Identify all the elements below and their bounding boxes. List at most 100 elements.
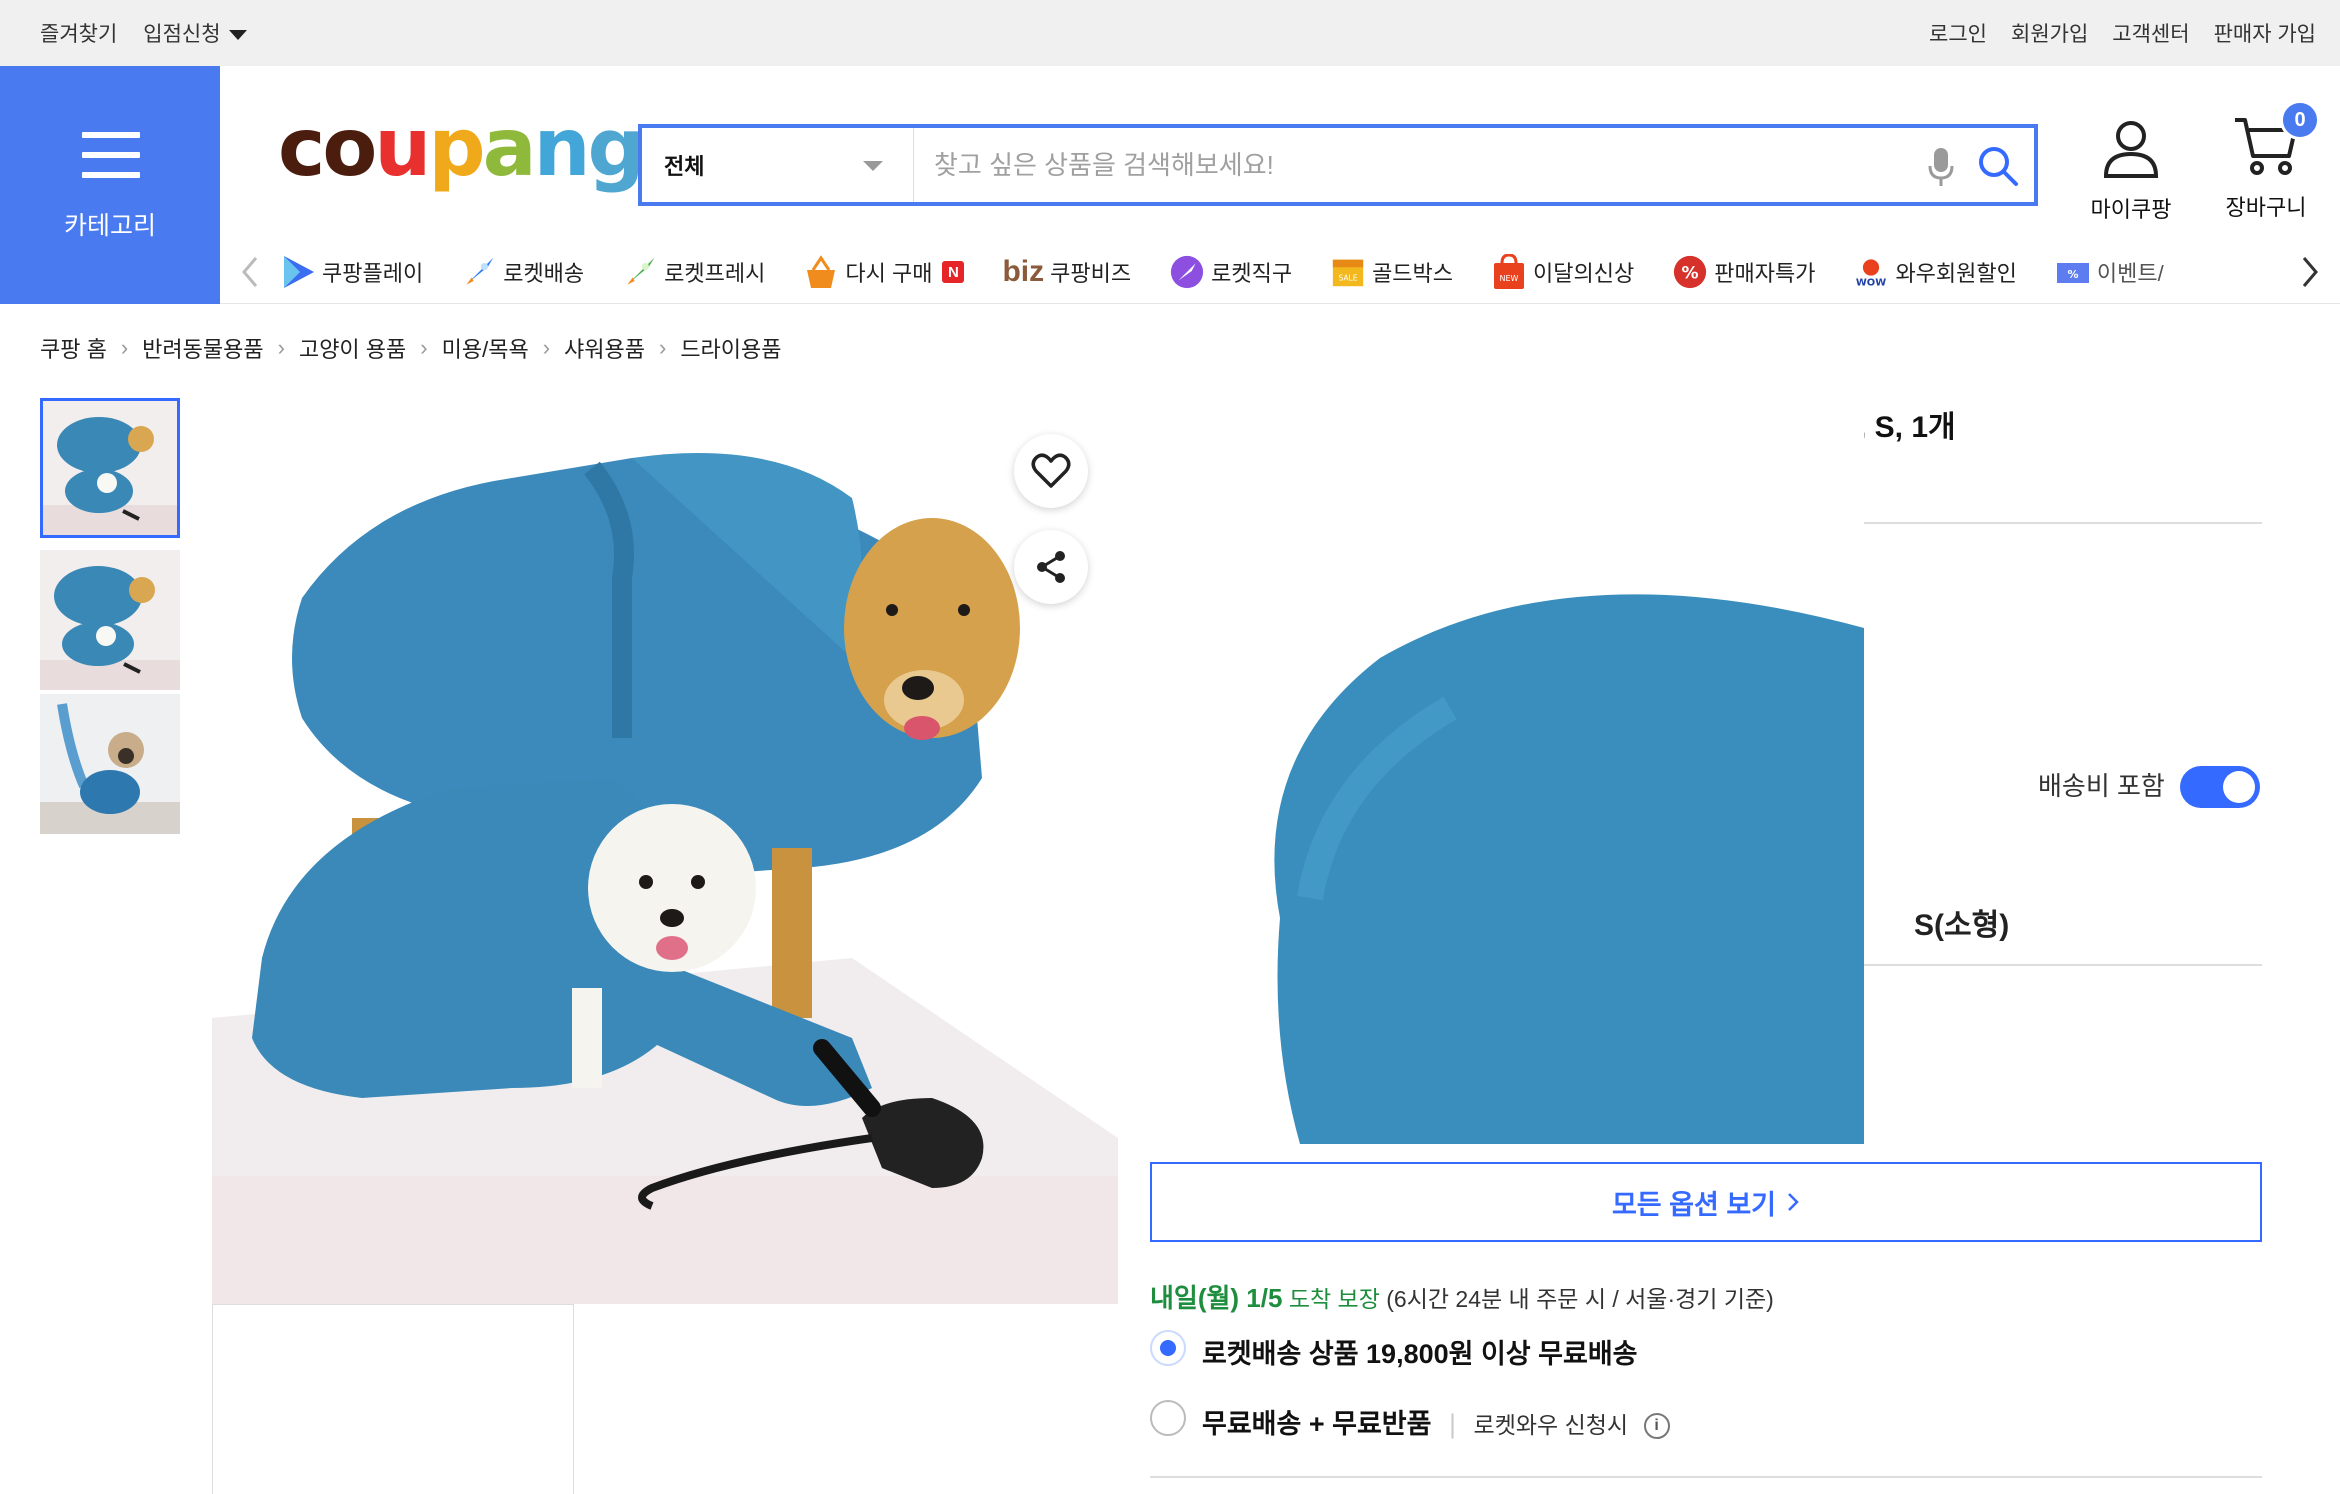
mycoupang-label: 마이쿠팡	[2090, 197, 2172, 222]
view-all-options-button[interactable]: 모든 옵션 보기	[1150, 1162, 2262, 1242]
category-label: 카테고리	[63, 212, 156, 240]
percent-icon: %	[1672, 254, 1708, 290]
microphone-icon[interactable]	[1926, 146, 1956, 190]
nav-item-wow-discount[interactable]: WOW 와우회원할인	[1853, 254, 2017, 290]
shipping-divider	[1150, 1476, 2262, 1478]
nav-item-label: 로켓프레시	[664, 261, 766, 286]
main-product-image[interactable]	[212, 398, 1118, 1304]
hamburger-icon	[82, 132, 140, 178]
shipping-option-sub: 로켓와우 신청시	[1473, 1412, 1629, 1438]
seller-apply-menu[interactable]: 입점신청	[143, 18, 247, 48]
nav-item-gold-box[interactable]: SALE 골드박스	[1330, 254, 1453, 290]
dropdown-arrow-icon	[863, 161, 883, 171]
seller-signup-link[interactable]: 판매자 가입	[2214, 18, 2316, 48]
chevron-left-icon	[242, 257, 258, 287]
search-input[interactable]	[934, 142, 1894, 188]
nav-item-seller-deals[interactable]: % 판매자특가	[1672, 254, 1815, 290]
title-divider	[1864, 522, 2262, 524]
nav-next-button[interactable]	[2280, 255, 2340, 289]
breadcrumb-item[interactable]: 쿠팡 홈	[40, 332, 107, 364]
mycoupang-button[interactable]: 마이쿠팡	[2088, 118, 2174, 224]
nav-item-label: 다시 구매	[845, 261, 933, 286]
svg-text:SALE: SALE	[1339, 274, 1358, 283]
dog-dryer-product-image	[212, 398, 1118, 1304]
nav-item-coupang-play[interactable]: 쿠팡플레이	[280, 254, 423, 290]
svg-text:NEW: NEW	[1500, 274, 1519, 283]
nav-item-label: 쿠팡비즈	[1050, 261, 1132, 286]
nav-item-rocket-fresh[interactable]: 로켓프레시	[622, 254, 765, 290]
nav-item-rocket-delivery[interactable]: 로켓배송	[461, 254, 584, 290]
signup-link[interactable]: 회원가입	[2011, 18, 2088, 48]
breadcrumb-item[interactable]: 고양이 용품	[299, 332, 406, 364]
login-link[interactable]: 로그인	[1929, 18, 1987, 48]
biz-icon: biz	[1002, 255, 1045, 288]
nav-prev-button[interactable]	[220, 255, 280, 289]
search-scope-select[interactable]: 전체	[642, 128, 914, 202]
view-all-options-label: 모든 옵션 보기	[1611, 1189, 1777, 1220]
favorite-button[interactable]	[1014, 434, 1088, 508]
nav-item-label: 골드박스	[1372, 261, 1454, 286]
image-placeholder-box	[212, 1304, 574, 1494]
nav-item-label: 쿠팡플레이	[322, 261, 424, 286]
rocket-global-icon	[1169, 254, 1205, 290]
delivery-estimate: 내일(월) 1/5 도착 보장 (6시간 24분 내 주문 시 / 서울·경기 …	[1150, 1278, 1774, 1315]
category-button[interactable]: 카테고리	[0, 66, 220, 304]
nav-item-label: 판매자특가	[1714, 261, 1816, 286]
breadcrumb-item[interactable]: 미용/목욕	[442, 332, 529, 364]
shipping-option-radio[interactable]	[1150, 1330, 1186, 1366]
bookmark-link[interactable]: 즐겨찾기	[40, 18, 117, 48]
cart-count-badge: 0	[2280, 100, 2320, 140]
shipping-fee-toggle[interactable]	[2180, 766, 2260, 808]
option-separator: |	[1449, 1409, 1457, 1439]
info-icon[interactable]: i	[1643, 1412, 1670, 1439]
seller-apply-label: 입점신청	[143, 23, 221, 46]
new-badge: N	[942, 261, 965, 283]
breadcrumb-item[interactable]: 반려동물용품	[142, 332, 263, 364]
chevron-right-icon	[2302, 257, 2318, 287]
shipping-option-free-return: 무료배송 + 무료반품 | 로켓와우 신청시 i	[1202, 1402, 1670, 1441]
product-thumbnail[interactable]	[40, 550, 180, 690]
share-button[interactable]	[1014, 530, 1088, 604]
play-icon	[280, 254, 316, 290]
shipping-option-radio[interactable]	[1150, 1400, 1186, 1436]
customer-center-link[interactable]: 고객센터	[2112, 18, 2189, 48]
delivery-date: 내일(월) 1/5	[1150, 1283, 1283, 1313]
rocket-icon	[461, 254, 497, 290]
top-utility-bar: 즐겨찾기 입점신청 로그인 회원가입 고객센터 판매자 가입	[0, 0, 2340, 66]
nav-item-label: 이벤트/	[2096, 261, 2164, 286]
nav-item-new-arrivals[interactable]: NEW 이달의신상	[1491, 254, 1634, 290]
shipping-fee-toggle-label: 배송비 포함	[2038, 771, 2165, 801]
cart-label: 장바구니	[2225, 195, 2307, 220]
search-bar: 전체	[638, 124, 2038, 206]
coupang-logo[interactable]: coupang	[278, 108, 645, 188]
nav-item-coupang-biz[interactable]: biz 쿠팡비즈	[1002, 255, 1131, 289]
rocket-fresh-icon	[622, 254, 658, 290]
nav-item-event[interactable]: % 이벤트/	[2055, 254, 2164, 290]
nav-item-rocket-global[interactable]: 로켓직구	[1169, 254, 1292, 290]
search-icon[interactable]	[1976, 144, 2020, 188]
chevron-right-icon	[1788, 1193, 1799, 1211]
chevron-right-icon: ›	[277, 335, 285, 360]
product-thumbnail[interactable]	[40, 694, 180, 834]
gold-box-icon: SALE	[1330, 254, 1366, 290]
wow-icon: WOW	[1853, 254, 1889, 290]
breadcrumb-item[interactable]: 샤워용품	[564, 332, 645, 364]
product-title: , S, 1개	[1858, 411, 1956, 444]
share-icon	[1037, 551, 1065, 583]
quick-nav: 쿠팡플레이 로켓배송 로켓프레시 다시 구매 N biz 쿠팡비즈 로켓직구 S…	[220, 240, 2340, 304]
nav-item-label: 로켓배송	[503, 261, 585, 286]
user-icon	[2103, 121, 2159, 178]
basket-icon	[803, 254, 839, 290]
zoomed-dryer-suit-image	[1150, 398, 1864, 1144]
nav-item-label: 와우회원할인	[1895, 261, 2017, 286]
chevron-right-icon: ›	[420, 335, 428, 360]
breadcrumb: 쿠팡 홈 › 반려동물용품 › 고양이 용품 › 미용/목욕 › 샤워용품 › 드라이용품	[40, 332, 782, 364]
chevron-right-icon: ›	[120, 335, 129, 360]
option-name: S(소형)	[1914, 909, 2010, 942]
nav-item-rebuy[interactable]: 다시 구매 N	[803, 254, 965, 290]
nav-item-label: 로켓직구	[1211, 261, 1293, 286]
breadcrumb-item[interactable]: 드라이용품	[680, 332, 781, 364]
product-thumbnail[interactable]	[40, 398, 180, 538]
nav-divider	[220, 303, 2340, 304]
cart-button[interactable]: 0 장바구니	[2216, 100, 2320, 222]
